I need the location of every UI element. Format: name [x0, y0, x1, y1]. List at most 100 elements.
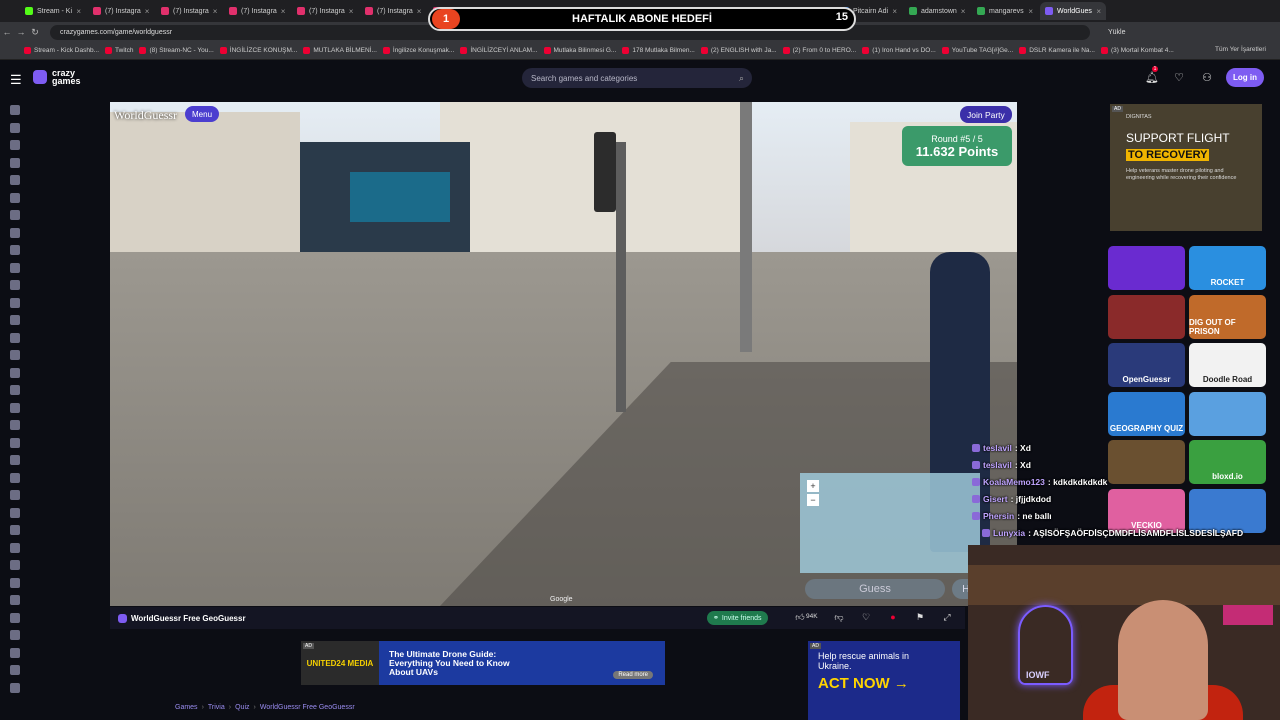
forward-icon[interactable]: → — [14, 27, 28, 37]
menu-button[interactable]: Menu — [185, 106, 220, 122]
browser-tab[interactable]: (7) Instagra × — [360, 2, 426, 20]
category-icon[interactable] — [10, 612, 20, 623]
bookmark-item[interactable]: Stream - Kick Dashb... — [24, 47, 99, 54]
category-icon[interactable] — [10, 227, 20, 238]
game-thumbnail[interactable] — [1108, 294, 1185, 339]
close-tab-icon[interactable]: × — [417, 7, 422, 16]
bookmark-item[interactable]: (8) Stream-NC - You... — [139, 47, 214, 54]
game-viewport[interactable]: WorldGuessr Menu Join Party Round #5 / 5… — [110, 102, 1017, 606]
reload-icon[interactable]: ↻ — [28, 27, 42, 38]
like-icon[interactable]: 👍︎ — [794, 612, 806, 624]
breadcrumb-link[interactable]: Games — [175, 704, 198, 711]
bookmark-item[interactable]: İngilizce Konuşmak... — [382, 47, 454, 54]
category-icon[interactable] — [10, 245, 20, 255]
category-icon[interactable] — [10, 280, 20, 290]
category-icon[interactable] — [10, 682, 20, 693]
join-party-button[interactable]: Join Party — [960, 106, 1012, 123]
category-icon[interactable] — [10, 630, 20, 640]
bookmark-item[interactable]: DSLR Kamera ile Na... — [1019, 47, 1095, 54]
zoom-in-button[interactable]: + — [807, 480, 819, 492]
back-icon[interactable]: ← — [0, 27, 14, 37]
category-icon[interactable] — [10, 507, 20, 518]
favorite-icon[interactable]: ♡ — [860, 612, 872, 624]
ad-read-more[interactable]: Read more — [613, 671, 653, 679]
browser-tab[interactable]: (7) Instagra × — [88, 2, 154, 20]
category-icon[interactable] — [10, 140, 20, 150]
breadcrumb-link[interactable]: Trivia — [208, 704, 225, 711]
category-icon[interactable] — [10, 595, 20, 605]
guess-button[interactable]: Guess — [805, 579, 945, 599]
search-icon[interactable]: ⌕ — [739, 73, 744, 84]
game-thumbnail[interactable]: GEOGRAPHY QUIZ — [1108, 391, 1185, 436]
all-bookmarks[interactable]: Tüm Yer İşaretleri — [1215, 46, 1266, 53]
category-icon[interactable] — [10, 542, 20, 553]
drone-guide-ad[interactable]: UNITED24 MEDIA The Ultimate Drone Guide:… — [301, 641, 665, 685]
category-icon[interactable] — [10, 315, 20, 325]
game-thumbnail[interactable]: ROCKET — [1189, 246, 1266, 290]
category-icon[interactable] — [10, 402, 20, 413]
category-icon[interactable] — [10, 385, 20, 395]
category-icon[interactable] — [10, 350, 20, 360]
category-icon[interactable] — [10, 560, 20, 570]
zoom-out-button[interactable]: − — [807, 494, 819, 506]
browser-tab[interactable]: (7) Instagra × — [224, 2, 290, 20]
dislike-icon[interactable]: 👎︎ — [833, 612, 845, 624]
category-icon[interactable] — [10, 105, 20, 115]
game-thumbnail[interactable]: OpenGuessr — [1108, 343, 1185, 387]
guess-minimap[interactable] — [800, 473, 980, 573]
game-thumbnail[interactable] — [1189, 391, 1266, 436]
category-icon[interactable] — [10, 577, 20, 588]
game-thumbnail[interactable]: Doodle Road — [1189, 343, 1266, 387]
invite-friends-button[interactable]: ⚭ Invite friends — [707, 611, 768, 625]
bookmark-item[interactable]: (2) From 0 to HERO... — [782, 47, 856, 54]
category-icon[interactable] — [10, 122, 20, 133]
bookmark-item[interactable]: 178 Mutlaka Bilmen... — [622, 47, 695, 54]
category-icon[interactable] — [10, 262, 20, 273]
bell-icon[interactable]: 🔔︎ — [1144, 71, 1160, 85]
bookmark-item[interactable]: YouTube TAG[#]Ge... — [941, 47, 1013, 54]
friends-icon[interactable]: ⚇ — [1199, 71, 1215, 85]
close-tab-icon[interactable]: × — [145, 7, 150, 16]
close-tab-icon[interactable]: × — [892, 7, 897, 16]
game-thumbnail[interactable] — [1108, 246, 1185, 290]
category-icon[interactable] — [10, 297, 20, 308]
close-tab-icon[interactable]: × — [76, 7, 81, 16]
login-button[interactable]: Log in — [1226, 68, 1264, 87]
bookmark-item[interactable]: İNGİLİZCEYİ ANLAM... — [460, 47, 538, 54]
close-tab-icon[interactable]: × — [1028, 7, 1033, 16]
category-icon[interactable] — [10, 472, 20, 483]
category-icon[interactable] — [10, 420, 20, 430]
feedback-icon[interactable]: ⚑ — [914, 612, 926, 624]
category-icon[interactable] — [10, 437, 20, 448]
breadcrumb-link[interactable]: WorldGuessr Free GeoGuessr — [260, 704, 355, 711]
breadcrumb-link[interactable]: Quiz — [235, 704, 249, 711]
bookmark-item[interactable]: (3) Mortal Kombat 4... — [1100, 47, 1174, 54]
browser-tab[interactable]: (7) Instagra × — [156, 2, 222, 20]
browser-tab[interactable]: (7) Instagra × — [292, 2, 358, 20]
browser-tab[interactable]: mangarevs × — [972, 2, 1038, 20]
bookmark-item[interactable]: Mutlaka Bilinmesi G... — [543, 47, 616, 54]
category-icon[interactable] — [10, 367, 20, 378]
search-input[interactable]: Search games and categories ⌕ — [522, 68, 752, 88]
game-thumbnail[interactable]: DIG OUT OF PRISON — [1189, 294, 1266, 339]
bookmark-item[interactable]: MUTLAKA BİLMENİ... — [303, 47, 377, 54]
browser-tab[interactable]: adamstown × — [904, 2, 970, 20]
hamburger-icon[interactable]: ☰ — [10, 72, 22, 88]
record-icon[interactable]: ● — [887, 612, 899, 624]
category-icon[interactable] — [10, 332, 20, 343]
ukraine-animals-ad[interactable]: Help rescue animals in Ukraine. ACT NOW … — [808, 641, 960, 720]
close-tab-icon[interactable]: × — [1096, 7, 1101, 16]
close-tab-icon[interactable]: × — [213, 7, 218, 16]
bookmark-item[interactable]: (1) Iron Hand vs DO... — [862, 47, 936, 54]
category-icon[interactable] — [10, 210, 20, 220]
close-tab-icon[interactable]: × — [349, 7, 354, 16]
category-icon[interactable] — [10, 192, 20, 203]
reload-label[interactable]: Yükle — [1108, 29, 1126, 36]
category-icon[interactable] — [10, 665, 20, 675]
category-icon[interactable] — [10, 175, 20, 185]
crazygames-logo[interactable]: crazy games — [33, 69, 81, 86]
close-tab-icon[interactable]: × — [961, 7, 966, 16]
close-tab-icon[interactable]: × — [281, 7, 286, 16]
bookmark-item[interactable]: (2) ENGLISH with Ja... — [700, 47, 777, 54]
category-icon[interactable] — [10, 157, 20, 168]
